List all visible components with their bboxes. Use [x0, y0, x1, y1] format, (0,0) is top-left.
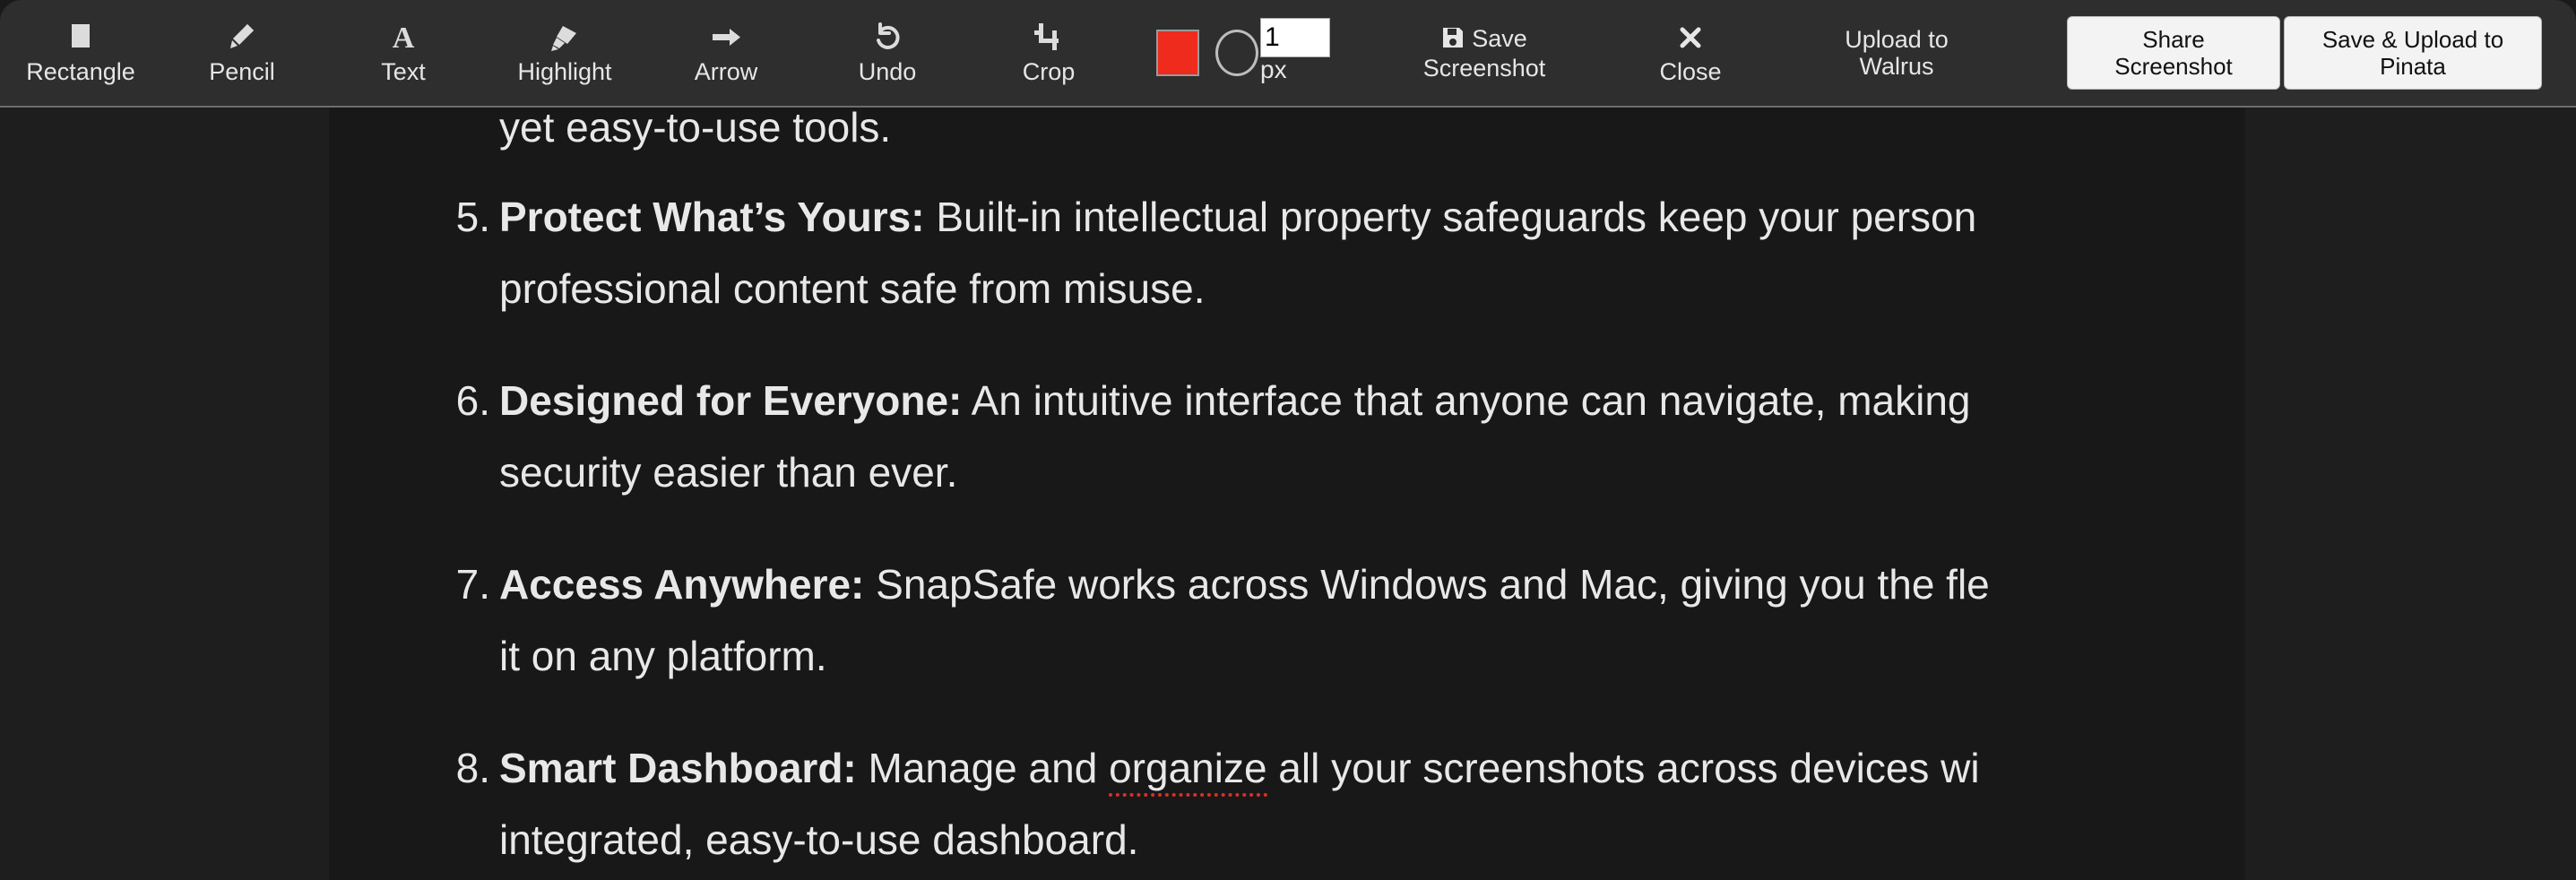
tool-pencil[interactable]: Pencil — [161, 0, 323, 106]
close-x-icon — [1677, 21, 1704, 55]
list-item-number: 8. — [455, 745, 490, 791]
list-item-text: Smart Dashboard: Manage and organize all… — [499, 732, 2245, 876]
action-upload-to-walrus-label: Upload to Walrus — [1845, 26, 1949, 80]
list-item-line-2: it on any platform. — [499, 633, 827, 679]
tool-pencil-label: Pencil — [209, 58, 275, 85]
list-item-line-1: Protect What’s Yours: Built-in intellect… — [499, 194, 1976, 240]
orphan-line: yet easy-to-use tools. — [499, 108, 892, 151]
list-item-body-post: all your screenshots across devices wi — [1266, 745, 1980, 791]
list-item-body: An intuitive interface that anyone can n… — [962, 377, 1971, 424]
page-right-gutter — [2245, 108, 2576, 880]
list-item-title: Designed for Everyone: — [499, 377, 963, 424]
stroke-size-control: 1 px — [1253, 0, 1352, 106]
highlighter-icon — [548, 21, 582, 55]
list-item-line-1: Access Anywhere: SnapSafe works across W… — [499, 561, 1990, 608]
page-left-gutter — [0, 108, 329, 880]
tool-crop[interactable]: Crop — [968, 0, 1129, 106]
stroke-size-unit-label: px — [1260, 56, 1287, 83]
list-item-body: Built-in intellectual property safeguard… — [924, 194, 1977, 240]
tool-undo[interactable]: Undo — [807, 0, 968, 106]
list-item-line-2: integrated, easy-to-use dashboard. — [499, 816, 1139, 863]
misspelled-word: organize — [1109, 745, 1267, 797]
tool-text[interactable]: A Text — [323, 0, 484, 106]
action-save-screenshot[interactable]: Save Screenshot — [1386, 0, 1583, 106]
screenshot-editor-window: yet easy-to-use tools. 5. Protect What’s… — [0, 0, 2576, 880]
stroke-size-input[interactable]: 1 — [1260, 18, 1330, 57]
list-item-number: 6. — [455, 377, 490, 424]
tool-highlight-label: Highlight — [517, 58, 612, 85]
tool-text-label: Text — [381, 58, 426, 85]
list-item-title: Access Anywhere: — [499, 561, 865, 608]
list-item-text: Designed for Everyone: An intuitive inte… — [499, 365, 2245, 508]
share-screenshot-button[interactable]: Share Screenshot — [2067, 16, 2280, 90]
list-item-line-2: professional content safe from misuse. — [499, 265, 1206, 312]
tool-arrow-label: Arrow — [694, 58, 758, 85]
tool-arrow[interactable]: Arrow — [645, 0, 807, 106]
action-save-screenshot-label: Save Screenshot — [1423, 25, 1546, 82]
floppy-save-icon — [1441, 26, 1465, 55]
tool-crop-label: Crop — [1022, 58, 1076, 85]
text-icon: A — [389, 21, 418, 55]
arrow-right-icon — [708, 21, 744, 55]
list-item-line-2: security easier than ever. — [499, 449, 958, 496]
list-item-line-1: Designed for Everyone: An intuitive inte… — [499, 377, 1971, 424]
action-close[interactable]: Close — [1610, 0, 1771, 106]
list-item-text: Protect What’s Yours: Built-in intellect… — [499, 181, 2245, 324]
list-item-number: 7. — [455, 561, 490, 608]
color-swatch[interactable] — [1156, 30, 1199, 76]
list-item-body-pre: Manage and — [856, 745, 1110, 791]
list-item-body: SnapSafe works across Windows and Mac, g… — [864, 561, 1990, 608]
tool-rectangle-label: Rectangle — [26, 58, 135, 85]
list-item-line-1: Smart Dashboard: Manage and organize all… — [499, 745, 1980, 797]
save-upload-pinata-button[interactable]: Save & Upload to Pinata — [2284, 16, 2542, 90]
stroke-size-preview-icon — [1215, 30, 1258, 76]
svg-text:A: A — [393, 22, 415, 55]
undo-icon — [872, 21, 903, 55]
list-item-title: Protect What’s Yours: — [499, 194, 925, 240]
tool-highlight[interactable]: Highlight — [484, 0, 645, 106]
list-item-text: Access Anywhere: SnapSafe works across W… — [499, 548, 2245, 692]
annotation-toolbar: Rectangle Pencil A Text Highlight Arrow … — [0, 0, 2576, 108]
document-text-body: yet easy-to-use tools. 5. Protect What’s… — [329, 108, 2245, 880]
style-controls: 1 px — [1156, 0, 1352, 106]
action-close-label: Close — [1659, 58, 1722, 85]
crop-icon — [1033, 21, 1065, 55]
list-item-title: Smart Dashboard: — [499, 745, 857, 791]
rectangle-icon — [67, 21, 94, 55]
action-upload-to-walrus[interactable]: Upload to Walrus — [1798, 0, 1995, 106]
pencil-icon — [226, 21, 258, 55]
list-item-number: 5. — [455, 194, 490, 240]
tool-rectangle[interactable]: Rectangle — [0, 0, 161, 106]
tool-undo-label: Undo — [858, 58, 917, 85]
